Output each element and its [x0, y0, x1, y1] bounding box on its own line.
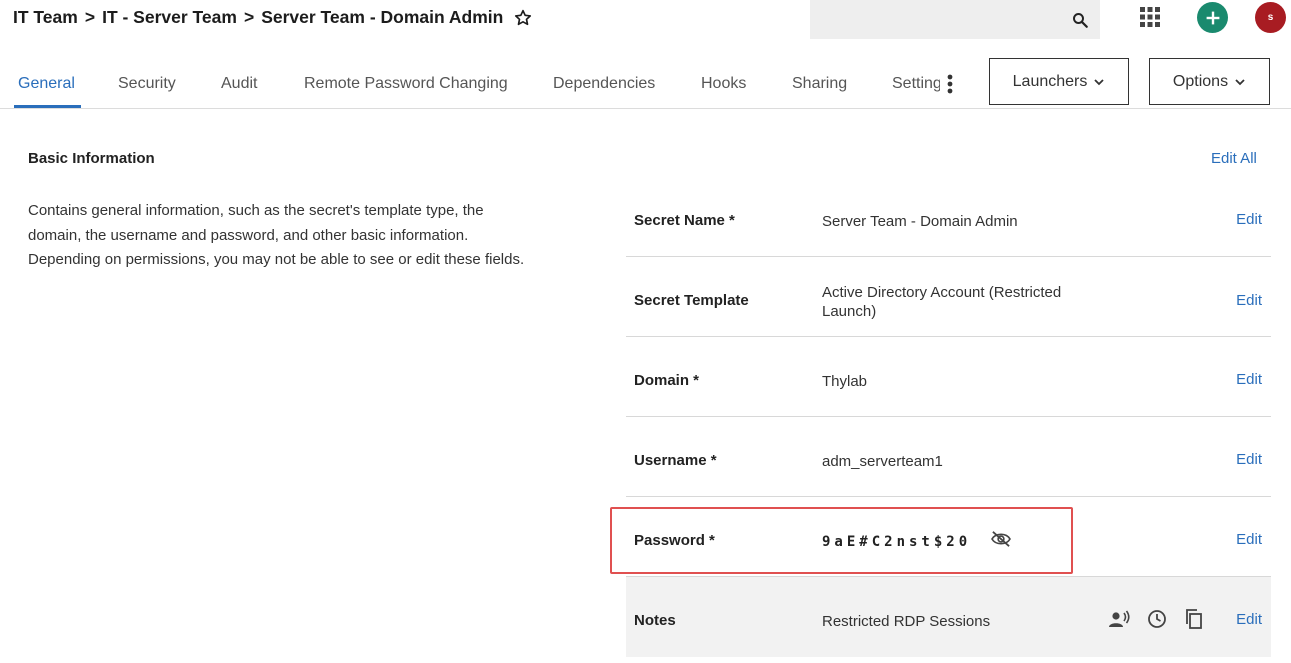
tab-settings[interactable]: Setting	[892, 75, 940, 93]
apps-grid-icon[interactable]	[1140, 7, 1160, 27]
user-avatar[interactable]: s	[1255, 2, 1286, 33]
options-button[interactable]: Options	[1149, 58, 1270, 105]
search-box	[810, 0, 1100, 39]
options-label: Options	[1172, 72, 1229, 90]
edit-all-link[interactable]: Edit All	[1211, 150, 1257, 167]
field-label: Notes	[634, 612, 676, 629]
tab-remote-password-changing[interactable]: Remote Password Changing	[304, 75, 508, 93]
field-row-username: Username * adm_serverteam1 Edit	[626, 417, 1271, 497]
breadcrumb: IT Team > IT - Server Team > Server Team…	[13, 7, 533, 28]
launchers-label: Launchers	[1012, 72, 1088, 90]
edit-link[interactable]: Edit	[1236, 531, 1262, 548]
search-icon[interactable]	[1071, 11, 1089, 29]
clock-icon[interactable]	[1147, 609, 1167, 629]
tab-dependencies[interactable]: Dependencies	[553, 75, 655, 93]
chevron-down-icon	[1235, 78, 1245, 85]
section-title: Basic Information	[28, 150, 155, 167]
field-value: adm_serverteam1	[822, 453, 943, 470]
text-to-speech-icon[interactable]	[1109, 609, 1130, 629]
launchers-button[interactable]: Launchers	[989, 58, 1129, 105]
active-tab-indicator	[14, 105, 81, 108]
edit-link[interactable]: Edit	[1236, 292, 1262, 309]
password-highlight-box	[610, 507, 1073, 574]
field-label: Secret Template	[634, 292, 749, 309]
breadcrumb-separator: >	[243, 7, 255, 27]
edit-link[interactable]: Edit	[1236, 611, 1262, 628]
page-title: Server Team - Domain Admin	[261, 7, 504, 27]
breadcrumb-item-it-team[interactable]: IT Team	[13, 7, 78, 28]
copy-icon[interactable]	[1184, 609, 1204, 629]
field-row-secret-template: Secret Template Active Directory Account…	[626, 257, 1271, 337]
top-bar: IT Team > IT - Server Team > Server Team…	[0, 0, 1291, 40]
field-row-domain: Domain * Thylab Edit	[626, 337, 1271, 417]
plus-icon	[1206, 11, 1219, 24]
breadcrumb-item-server-team[interactable]: IT - Server Team	[102, 7, 237, 28]
field-value: Active Directory Account (Restricted Lau…	[822, 284, 1062, 320]
field-value: Restricted RDP Sessions	[822, 613, 991, 630]
tab-hooks[interactable]: Hooks	[701, 75, 746, 93]
field-row-secret-name: Secret Name * Server Team - Domain Admin…	[626, 177, 1271, 257]
breadcrumb-separator: >	[84, 7, 96, 27]
field-label: Domain *	[634, 372, 700, 389]
field-value: Server Team - Domain Admin	[822, 213, 1018, 230]
edit-link[interactable]: Edit	[1236, 371, 1262, 388]
search-input[interactable]	[810, 0, 1060, 39]
tab-audit[interactable]: Audit	[221, 75, 257, 93]
tab-bar: General Security Audit Remote Password C…	[0, 58, 1291, 109]
favorite-star-icon[interactable]	[513, 8, 533, 28]
add-button[interactable]	[1197, 2, 1228, 33]
tab-security[interactable]: Security	[118, 75, 176, 93]
edit-link[interactable]: Edit	[1236, 451, 1262, 468]
more-tabs-icon[interactable]	[945, 73, 955, 95]
field-label: Secret Name *	[634, 212, 735, 229]
tab-sharing[interactable]: Sharing	[792, 75, 847, 93]
field-label: Username *	[634, 452, 717, 469]
field-row-notes: Notes Restricted RDP Sessions Edit	[626, 577, 1271, 657]
section-description: Contains general information, such as th…	[28, 202, 525, 268]
chevron-down-icon	[1094, 78, 1104, 85]
edit-link[interactable]: Edit	[1236, 211, 1262, 228]
field-value: Thylab	[822, 373, 868, 390]
tab-general[interactable]: General	[18, 75, 75, 93]
